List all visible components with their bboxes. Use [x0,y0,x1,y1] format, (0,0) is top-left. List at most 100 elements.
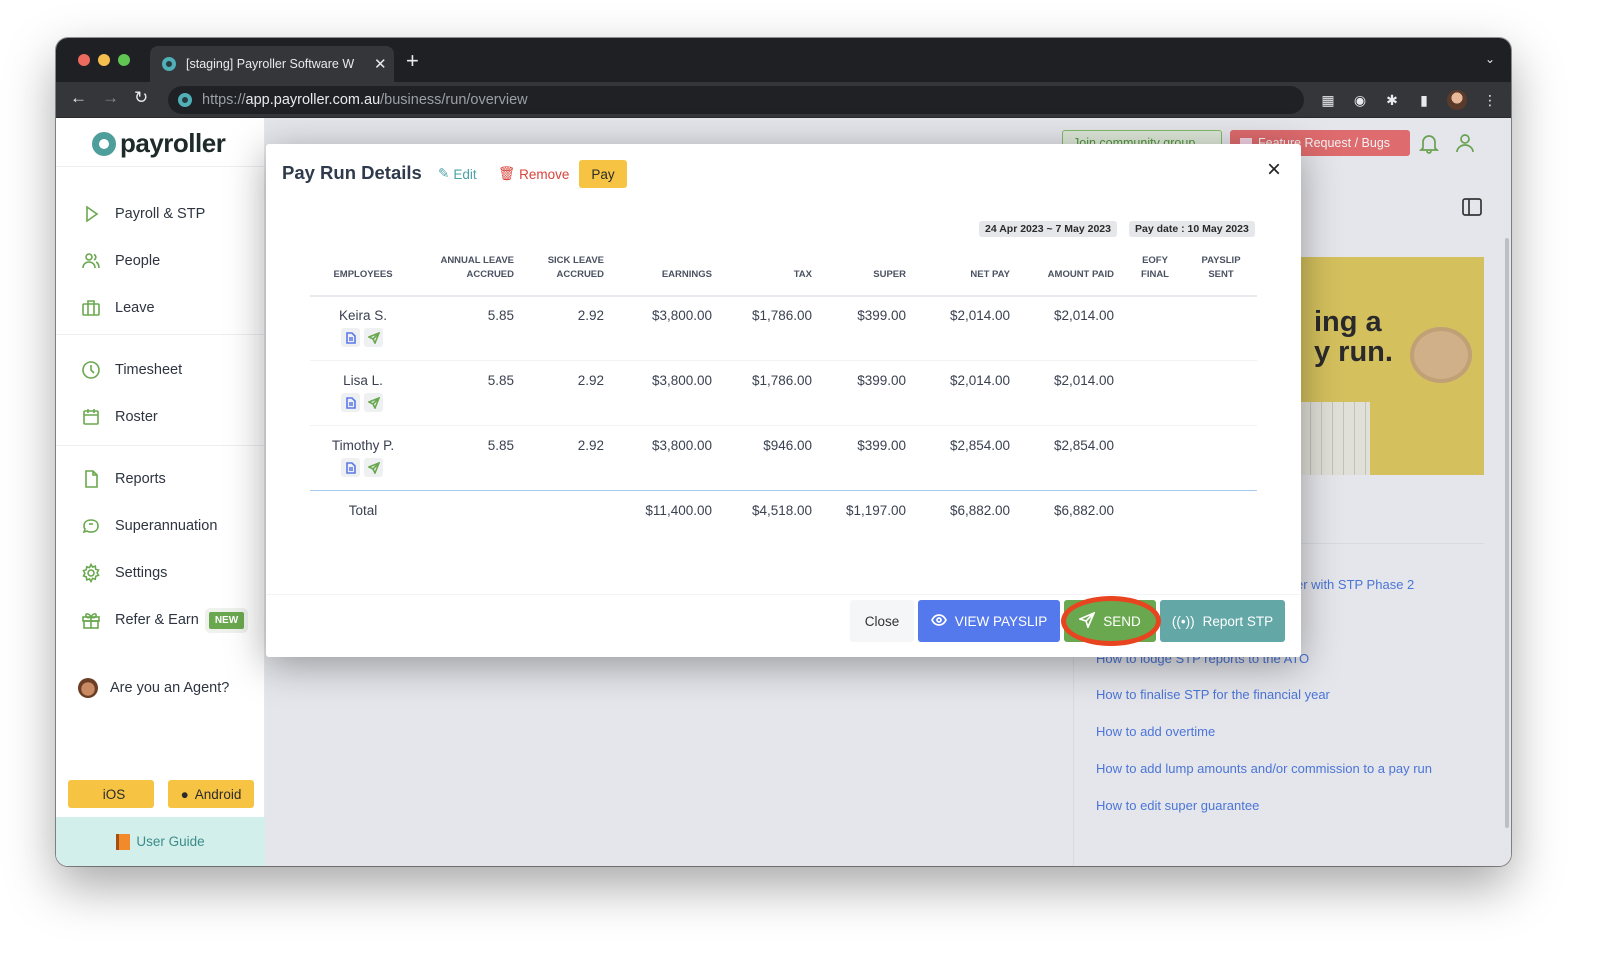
tab-title: [staging] Payroller Software W [186,57,355,71]
payslip-document-icon[interactable] [341,458,360,477]
forward-arrow-icon[interactable]: → [102,88,119,108]
edit-label: Edit [453,166,477,182]
send-payslip-icon[interactable] [364,458,383,477]
super-cell: $399.00 [857,308,906,323]
site-favicon-icon [178,93,192,107]
sidebar-item-roster[interactable]: Roster [80,405,158,429]
total-amount-paid: $6,882.00 [1053,503,1114,518]
profile-avatar[interactable] [1447,90,1467,110]
pencil-icon: ✎ [438,166,450,181]
payslip-document-icon[interactable] [341,328,360,347]
sidebar-item-people[interactable]: People [80,249,160,273]
row-divider [310,425,1257,426]
side-panel-icon[interactable]: ▮ [1415,91,1433,109]
app-viewport: payroller Payroll & STP People Leave Tim… [56,118,1511,866]
sidebar-item-superannuation[interactable]: Superannuation [80,514,217,538]
people-icon [80,250,102,272]
puzzle-extensions-icon[interactable]: ✱ [1383,91,1401,109]
total-label: Total [348,503,378,518]
piggy-bank-icon [80,515,102,537]
sidebar-item-timesheet[interactable]: Timesheet [80,358,182,382]
qr-code-icon[interactable]: ▦ [1319,91,1337,109]
edit-button[interactable]: ✎ Edit [438,166,477,182]
column-header: SICK LEAVE ACCRUED [547,255,604,280]
tab-search-chevron-icon[interactable]: ⌄ [1485,52,1495,66]
close-button[interactable]: Close [850,600,914,642]
book-icon [116,833,131,850]
column-header: ANNUAL LEAVE ACCRUED [440,255,514,280]
address-bar[interactable]: https://app.payroller.com.au/business/ru… [168,86,1304,114]
trash-icon: 🗑 [498,166,516,181]
file-icon [80,468,102,490]
send-button[interactable]: SEND [1064,600,1156,642]
sidebar-item-settings[interactable]: Settings [80,561,167,585]
view-payslip-button[interactable]: VIEW PAYSLIP [918,600,1060,642]
sidebar-item-label: Refer & Earn [115,612,199,628]
new-badge: NEW [208,611,245,629]
sick-leave-cell: 2.92 [577,373,604,388]
kebab-menu-icon[interactable]: ⋮ [1481,91,1499,109]
sidebar-item-leave[interactable]: Leave [80,296,155,320]
user-guide-label: User Guide [136,834,205,849]
earnings-cell: $3,800.00 [651,438,712,453]
new-tab-button[interactable]: + [406,50,419,72]
payroller-logo[interactable]: payroller [92,128,226,159]
browser-tab[interactable]: [staging] Payroller Software W ✕ [150,46,394,82]
broadcast-icon: ((•)) [1171,613,1195,629]
sidebar-item-refer-earn[interactable]: Refer & Earn NEW [80,608,245,632]
column-header: TAX [793,269,812,280]
send-icon [1077,610,1096,631]
android-label: Android [194,786,242,802]
payslip-document-icon[interactable] [341,393,360,412]
user-guide-link[interactable]: User Guide [56,817,265,866]
report-stp-label: Report STP [1202,613,1274,629]
net-pay-cell: $2,014.00 [949,308,1010,323]
gear-icon [80,562,102,584]
clock-icon [80,359,102,381]
android-app-button[interactable]: ● Android [168,780,254,808]
column-header: EOFY FINAL [1141,255,1169,280]
sidebar-item-label: Payroll & STP [115,206,206,222]
extension-face-icon[interactable]: ◉ [1351,91,1369,109]
pay-label: Pay [591,166,615,182]
url-scheme: https:// [202,92,246,108]
reload-icon[interactable]: ↻ [134,88,148,108]
close-icon[interactable]: × [1267,156,1281,184]
close-tab-icon[interactable]: ✕ [374,55,387,73]
pay-run-details-modal: Pay Run Details ✎ Edit 🗑 Remove Pay × 24… [266,144,1301,657]
employee-name: Timothy P. [331,438,395,453]
annual-leave-cell: 5.85 [487,373,514,388]
agent-emoji-icon [78,678,98,698]
divider [56,445,265,446]
net-pay-cell: $2,014.00 [949,373,1010,388]
send-payslip-icon[interactable] [364,393,383,412]
sidebar: payroller Payroll & STP People Leave Tim… [56,118,265,866]
back-arrow-icon[interactable]: ← [70,88,87,108]
total-super: $1,197.00 [845,503,906,518]
brand-name: payroller [120,128,226,158]
send-payslip-icon[interactable] [364,328,383,347]
agent-link[interactable]: Are you an Agent? [78,678,229,698]
amount-paid-cell: $2,014.00 [1053,308,1114,323]
browser-window: [staging] Payroller Software W ✕ + ⌄ ← →… [56,38,1511,866]
super-cell: $399.00 [857,373,906,388]
sidebar-item-payroll[interactable]: Payroll & STP [80,202,205,226]
sidebar-item-label: Leave [115,300,155,316]
pay-button[interactable]: Pay [579,160,627,188]
report-stp-button[interactable]: ((•)) Report STP [1160,600,1285,642]
annual-leave-cell: 5.85 [487,308,514,323]
footer-divider [266,594,1301,595]
payroller-favicon-icon [162,57,176,71]
row-divider [310,360,1257,361]
ios-app-button[interactable]: iOS [68,780,154,808]
android-icon: ● [180,786,189,802]
column-header: SUPER [873,269,906,280]
close-window-button[interactable] [78,54,90,66]
remove-button[interactable]: 🗑 Remove [498,166,569,182]
maximize-window-button[interactable] [118,54,130,66]
employee-name: Lisa L. [343,373,383,388]
minimize-window-button[interactable] [98,54,110,66]
sidebar-item-reports[interactable]: Reports [80,467,166,491]
remove-label: Remove [519,166,570,182]
column-header: EARNINGS [661,269,712,280]
